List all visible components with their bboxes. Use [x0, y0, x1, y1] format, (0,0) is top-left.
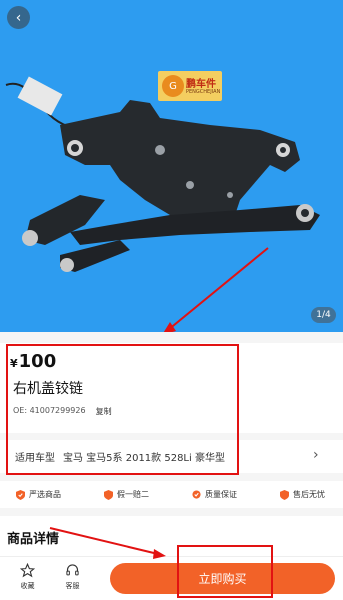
guarantee-item: 假一赔二: [104, 489, 149, 500]
guarantee-label: 假一赔二: [117, 490, 149, 499]
star-icon: [20, 563, 35, 578]
guarantee-item: 售后无忧: [280, 489, 325, 500]
image-page-indicator: 1/4: [311, 307, 336, 323]
product-image-carousel[interactable]: ‹ G 鹏车件 PENGCHEJIAN 1/4: [0, 0, 343, 332]
guarantee-item: 质量保证: [192, 489, 237, 500]
annotation-box-buy-button: [177, 545, 273, 598]
favorite-label: 收藏: [20, 582, 35, 590]
guarantee-label: 售后无忧: [293, 490, 325, 499]
chevron-right-icon: ›: [313, 447, 319, 463]
badge-icon: [192, 490, 201, 499]
service-label: 客服: [65, 582, 80, 590]
customer-service-button[interactable]: 客服: [65, 563, 80, 591]
watermark-logo: G 鹏车件 PENGCHEJIAN: [158, 71, 222, 101]
product-photo: [0, 0, 343, 332]
details-heading: 商品详情: [0, 516, 343, 556]
service-guarantees: 严选商品 假一赔二 质量保证 售后无忧: [0, 481, 343, 508]
chevron-left-icon: ‹: [15, 9, 22, 26]
guarantee-label: 质量保证: [205, 490, 237, 499]
back-button[interactable]: ‹: [7, 6, 30, 29]
favorite-button[interactable]: 收藏: [20, 563, 35, 591]
guarantee-label: 严选商品: [29, 490, 61, 499]
logo-subtext: PENGCHEJIAN: [186, 89, 221, 95]
shield-icon: [104, 489, 113, 500]
logo-brand: 鹏车件: [186, 79, 216, 90]
headset-icon: [66, 564, 79, 576]
annotation-box-product-info: [6, 344, 239, 475]
logo-mark-icon: G: [162, 75, 184, 97]
check-shield-icon: [16, 489, 25, 500]
shield-icon: [280, 489, 289, 500]
guarantee-item: 严选商品: [16, 489, 61, 500]
